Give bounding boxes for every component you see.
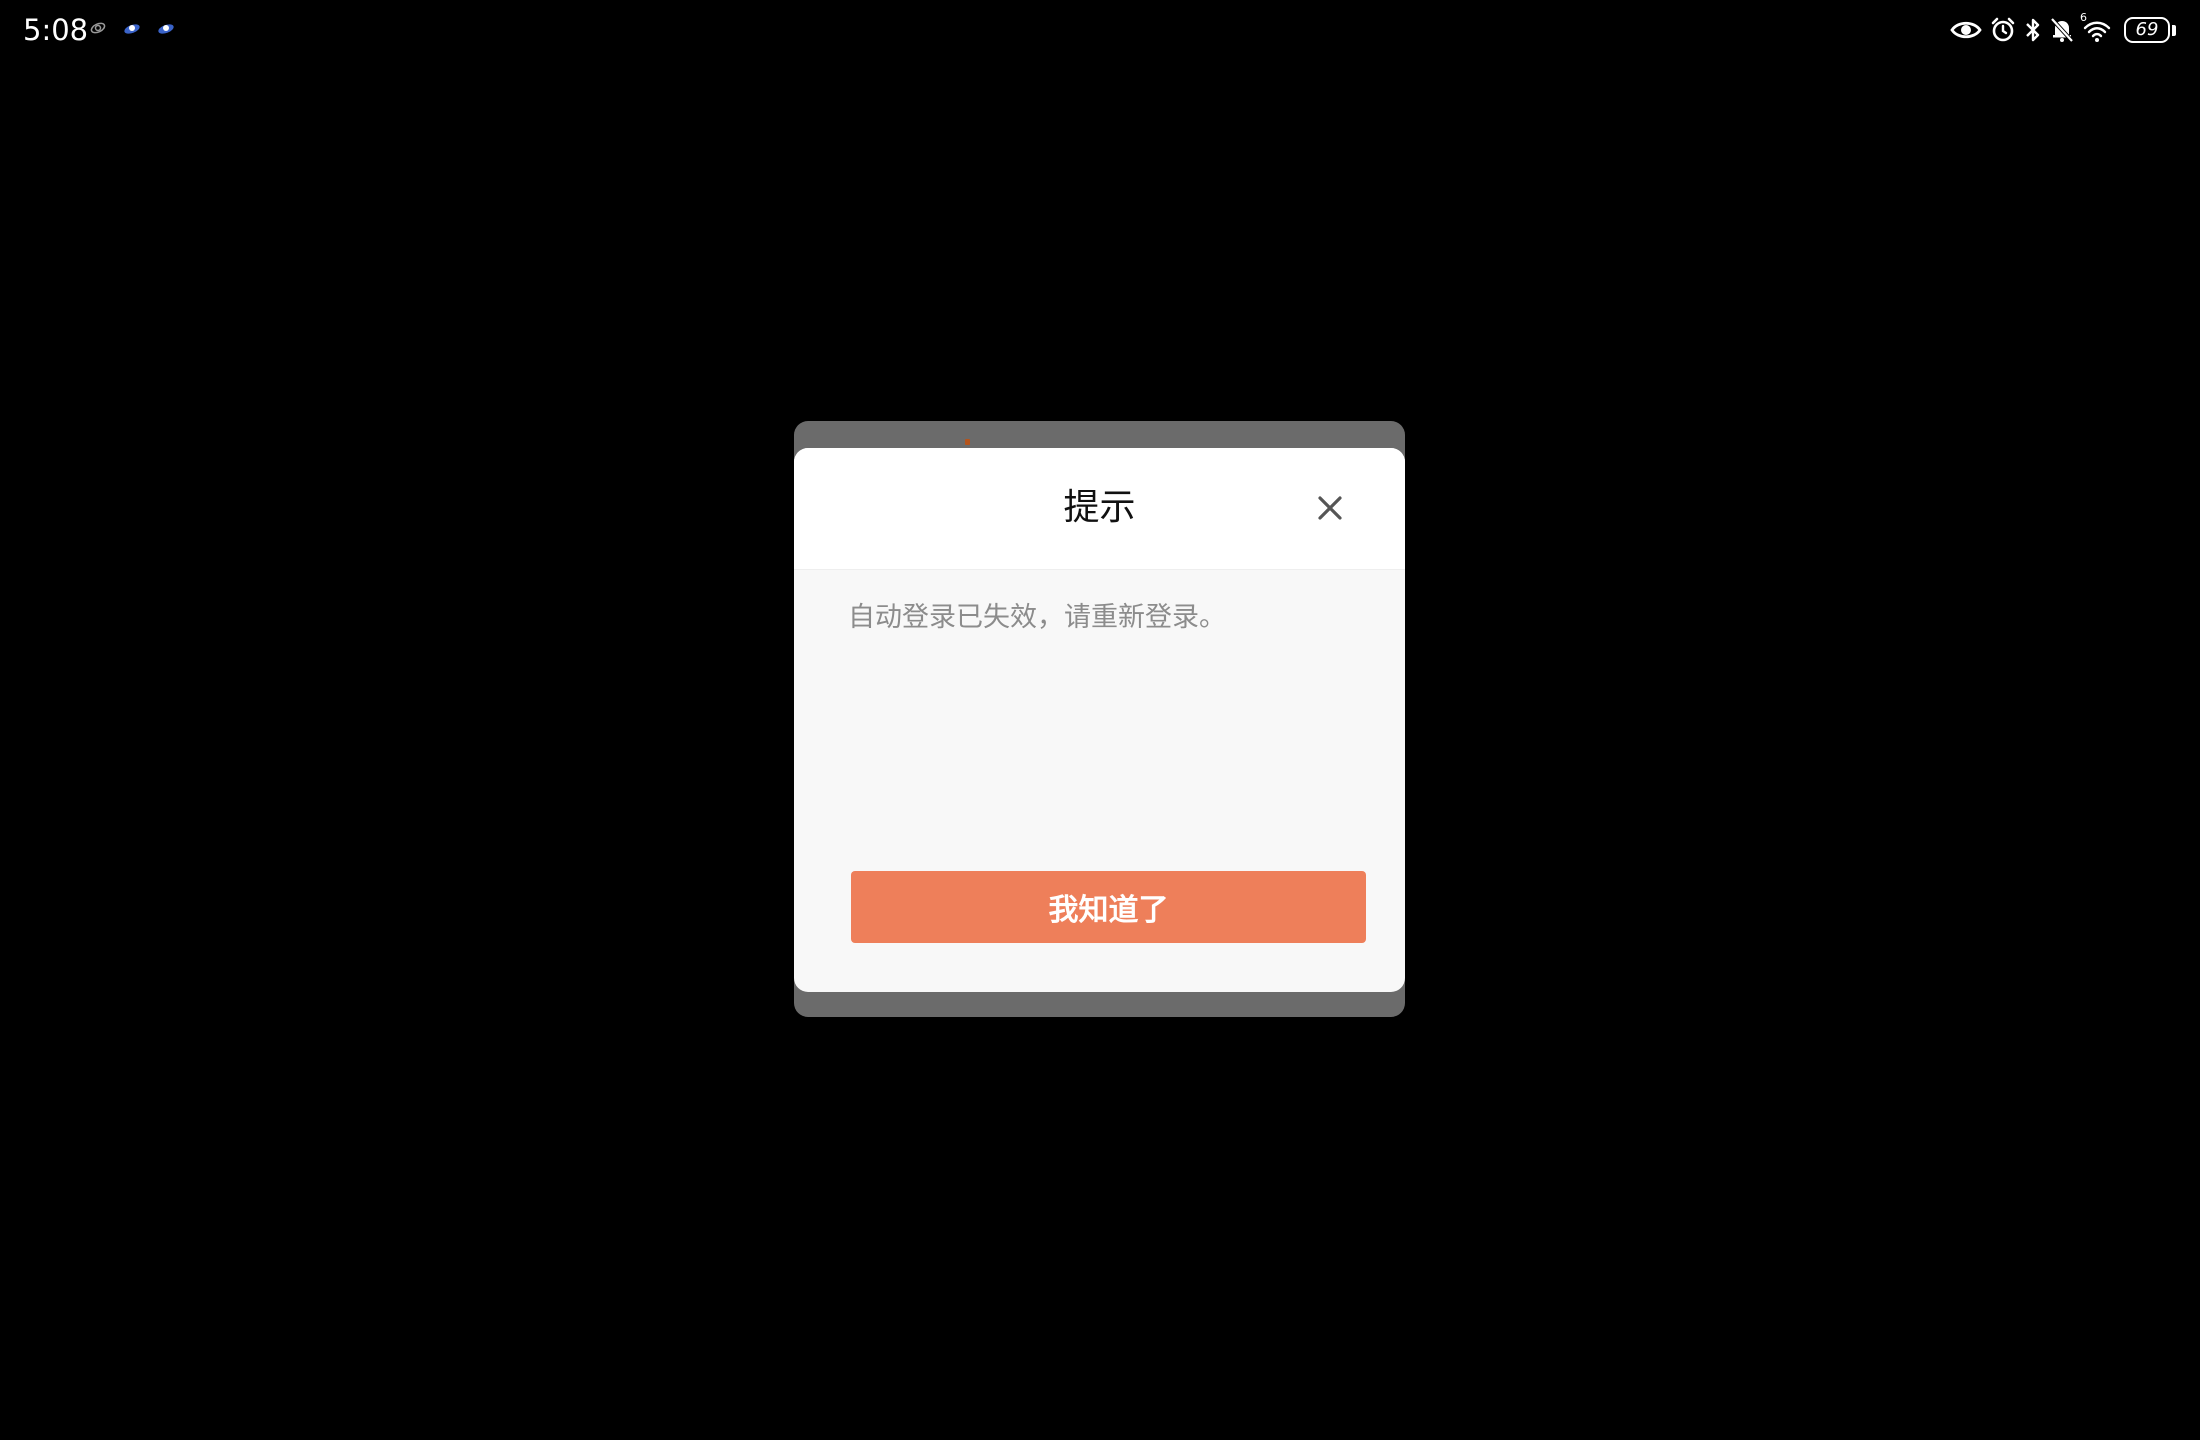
- system-icons: 6 69: [1950, 11, 2176, 48]
- backdrop-mark: [965, 439, 970, 445]
- notification-icons: [88, 18, 176, 38]
- alert-dialog: 提示 自动登录已失效，请重新登录。 我知道了: [794, 448, 1405, 992]
- battery-icon: 69: [2124, 17, 2170, 43]
- battery-level: 69: [2135, 19, 2159, 40]
- dialog-message: 自动登录已失效，请重新登录。: [848, 602, 1226, 633]
- wifi-badge: 6: [2080, 11, 2087, 24]
- wifi-indicator: 6: [2080, 11, 2112, 43]
- app-notification-icon: [158, 24, 174, 34]
- screen: 5:08 6 69 提示 自动登录已失效，请重新登录。 我知道了: [0, 0, 2200, 1440]
- app-notification-icon: [124, 24, 140, 34]
- close-icon[interactable]: [1312, 490, 1348, 526]
- mute-icon: [2050, 17, 2074, 43]
- alarm-icon: [1991, 17, 2015, 42]
- bluetooth-icon: [2026, 18, 2040, 42]
- status-time: 5:08: [23, 13, 89, 47]
- dialog-header: 提示: [794, 448, 1405, 570]
- confirm-button[interactable]: 我知道了: [851, 871, 1366, 943]
- status-bar: 5:08 6 69: [0, 0, 2200, 60]
- eye-icon: [1950, 21, 1982, 39]
- app-notification-icon: [90, 22, 106, 34]
- battery-tip: [2172, 24, 2176, 36]
